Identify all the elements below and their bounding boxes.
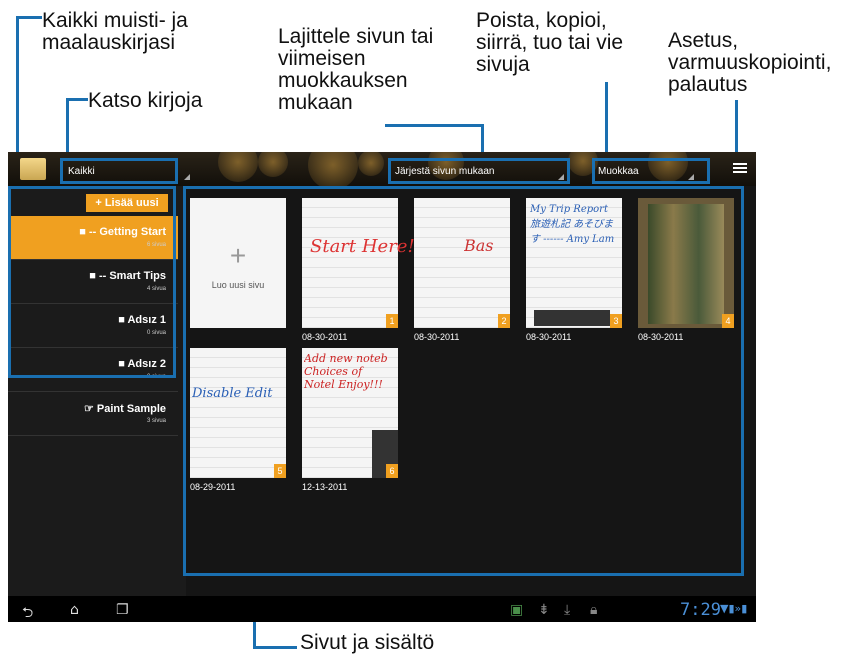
app-icon[interactable] (20, 158, 46, 180)
callout-line (605, 82, 608, 156)
download-icon: ⤓ (564, 602, 571, 618)
callout-sort: Lajittele sivun tai viimeisen muokkaukse… (278, 25, 434, 114)
lock-icon: 🔒︎ (590, 602, 598, 618)
highlight-pages (183, 186, 744, 576)
system-nav-bar: ⮌ ⌂ ❐ ▣ ⇟ ⤓ 🔒︎ 7:29 ▼▮»▮ (8, 596, 756, 622)
callout-edit: Poista, kopioi, siirrä, tuo tai vie sivu… (476, 9, 624, 76)
highlight-sort (388, 158, 570, 184)
callout-line (66, 98, 69, 160)
callout-all-books: Kaikki muisti- ja maalauskirjasi (42, 9, 188, 54)
notebook-page-count: 3 sivua (146, 418, 166, 424)
wifi-battery-icon: ▼▮»▮ (720, 602, 748, 615)
back-icon[interactable]: ⮌ (22, 602, 33, 622)
callout-line (735, 100, 738, 156)
recent-apps-icon[interactable]: ❐ (116, 602, 129, 618)
callout-line (385, 124, 483, 127)
usb-icon: ⇟ (538, 602, 550, 618)
menu-icon[interactable] (733, 161, 747, 175)
callout-pages: Sivut ja sisältö (300, 631, 435, 654)
callout-view-books: Katso kirjoja (88, 89, 203, 112)
callout-line (253, 646, 297, 649)
dropdown-arrow-icon (184, 174, 190, 180)
clock: 7:29 (680, 600, 721, 620)
highlight-filter (60, 158, 178, 184)
notebook-item[interactable]: ☞ Paint Sample 3 sivua (8, 392, 178, 436)
callout-settings: Asetus, varmuuskopiointi, palautus (668, 29, 832, 96)
highlight-sidebar (8, 186, 176, 378)
notification-icon: ▣ (510, 602, 524, 618)
callout-line (66, 98, 88, 101)
notebook-name: ☞ Paint Sample (84, 403, 166, 415)
callout-line (16, 16, 19, 156)
callout-line (16, 16, 42, 19)
highlight-edit (592, 158, 710, 184)
home-icon[interactable]: ⌂ (70, 602, 79, 618)
